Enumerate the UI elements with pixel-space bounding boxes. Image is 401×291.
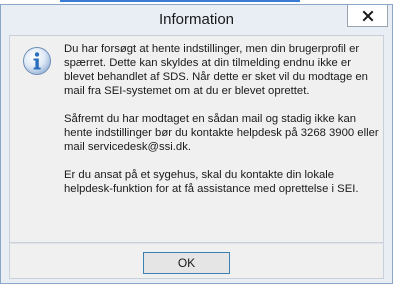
message-paragraph-3: Er du ansat på et sygehus, skal du konta…	[64, 169, 359, 195]
dialog-button-bar: OK	[9, 243, 384, 279]
information-dialog: Information Du har forsøgt at hente inds…	[0, 4, 393, 284]
message-text: Du har forsøgt at hente indstillinger, m…	[64, 42, 380, 210]
message-paragraph-2: Såfremt du har modtaget en sådan mail og…	[64, 113, 379, 153]
dialog-title: Information	[158, 11, 235, 28]
dialog-content: Du har forsøgt at hente indstillinger, m…	[9, 35, 384, 243]
dialog-titlebar[interactable]: Information	[1, 5, 392, 31]
info-icon	[23, 47, 51, 75]
message-paragraph-1: Du har forsøgt at hente indstillinger, m…	[64, 43, 368, 97]
close-button[interactable]	[347, 5, 388, 27]
ok-button[interactable]: OK	[143, 252, 230, 274]
background-window-edge	[60, 0, 300, 2]
close-icon	[362, 10, 373, 21]
